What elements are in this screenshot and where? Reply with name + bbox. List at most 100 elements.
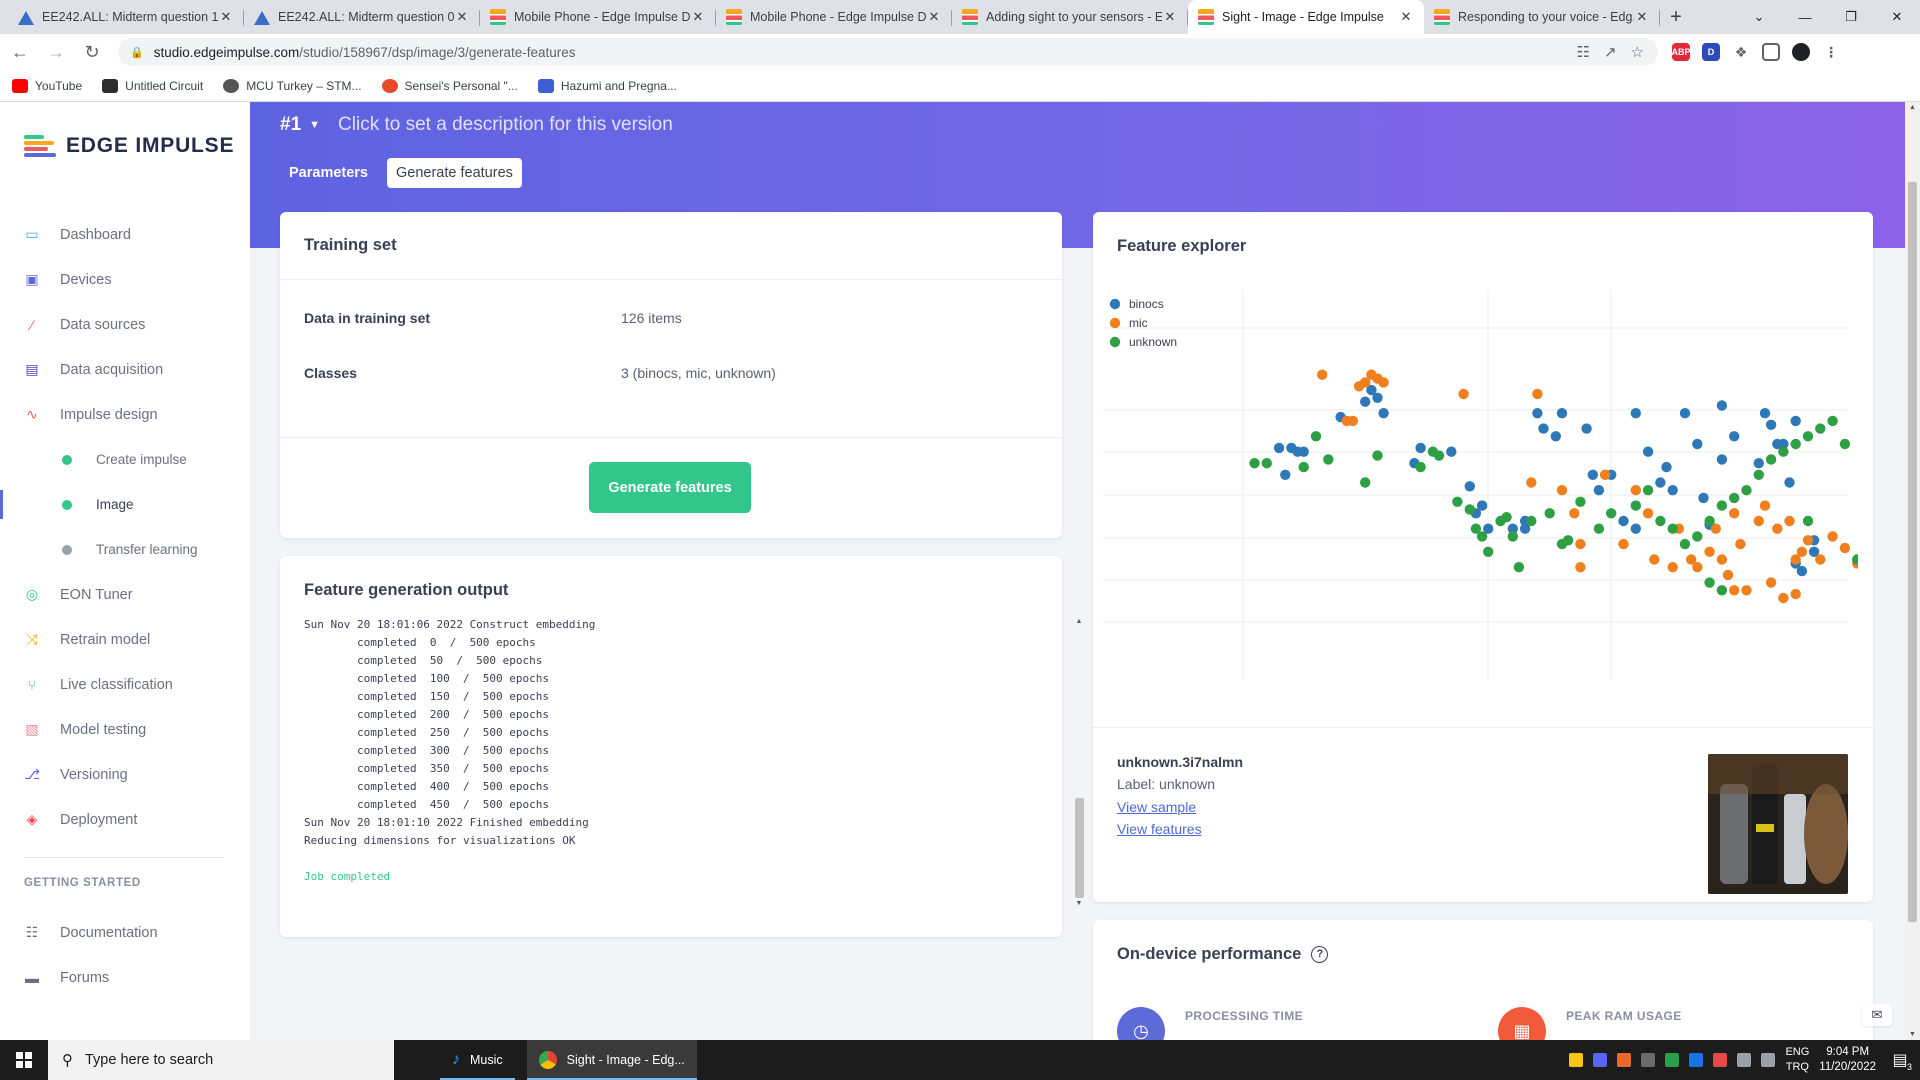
data-point-binocs[interactable] xyxy=(1298,446,1309,457)
view-sample-link[interactable]: View sample xyxy=(1117,799,1243,815)
tray-icon[interactable] xyxy=(1665,1053,1680,1067)
browser-tab[interactable]: Mobile Phone - Edge Impulse D... ✕ xyxy=(716,0,952,34)
data-point-binocs[interactable] xyxy=(1796,565,1808,577)
data-point-binocs[interactable] xyxy=(1464,481,1475,492)
data-point-mic[interactable] xyxy=(1741,585,1752,596)
data-point-unknown[interactable] xyxy=(1655,515,1666,527)
forward-icon[interactable]: → xyxy=(40,36,72,68)
legend-marker[interactable] xyxy=(1109,317,1121,329)
data-point-mic[interactable] xyxy=(1575,562,1586,573)
language-indicator[interactable]: ENG TRQ xyxy=(1785,1045,1809,1075)
browser-tab[interactable]: Responding to your voice - Edg... ✕ xyxy=(1424,0,1660,34)
data-point-mic[interactable] xyxy=(1630,485,1641,496)
taskbar-search[interactable]: ⚲ Type here to search xyxy=(48,1040,394,1080)
data-point-unknown[interactable] xyxy=(1692,531,1703,542)
browser-tab[interactable]: EE242.ALL: Midterm question 0... ✕ xyxy=(244,0,480,34)
legend-marker[interactable] xyxy=(1109,298,1121,310)
data-point-binocs[interactable] xyxy=(1790,415,1801,427)
profile-avatar[interactable] xyxy=(1792,43,1810,61)
data-point-binocs[interactable] xyxy=(1667,485,1678,496)
data-point-binocs[interactable] xyxy=(1692,438,1703,450)
data-point-unknown[interactable] xyxy=(1593,523,1605,534)
data-point-unknown[interactable] xyxy=(1372,450,1383,461)
data-point-binocs[interactable] xyxy=(1280,469,1291,480)
scroll-down-icon[interactable]: ▼ xyxy=(1073,900,1085,912)
data-point-unknown[interactable] xyxy=(1562,535,1574,546)
close-tab-icon[interactable]: ✕ xyxy=(1398,9,1414,25)
wifi-icon[interactable] xyxy=(1737,1053,1752,1067)
data-point-mic[interactable] xyxy=(1839,542,1851,554)
sidepanel-icon[interactable] xyxy=(1762,43,1780,61)
data-point-unknown[interactable] xyxy=(1452,496,1463,507)
sidebar-subitem-transfer-learning[interactable]: Transfer learning xyxy=(0,527,250,572)
data-point-binocs[interactable] xyxy=(1753,458,1764,469)
data-point-binocs[interactable] xyxy=(1273,442,1285,454)
data-point-binocs[interactable] xyxy=(1378,408,1389,419)
data-point-binocs[interactable] xyxy=(1698,492,1709,504)
data-point-unknown[interactable] xyxy=(1415,461,1426,473)
browser-tab[interactable]: Adding sight to your sensors - E... ✕ xyxy=(952,0,1188,34)
data-point-mic[interactable] xyxy=(1827,531,1838,542)
data-point-binocs[interactable] xyxy=(1729,431,1740,442)
data-point-binocs[interactable] xyxy=(1556,408,1568,419)
bookmark-untitled-circuit[interactable]: Untitled Circuit xyxy=(102,78,203,93)
bookmark-star-icon[interactable]: ☆ xyxy=(1631,43,1644,61)
bookmark-sensei[interactable]: Sensei's Personal "... xyxy=(381,78,518,93)
data-point-unknown[interactable] xyxy=(1667,523,1678,534)
data-point-mic[interactable] xyxy=(1765,577,1777,588)
close-tab-icon[interactable]: ✕ xyxy=(1162,9,1178,25)
data-point-unknown[interactable] xyxy=(1802,515,1814,527)
data-point-binocs[interactable] xyxy=(1716,400,1728,411)
data-point-mic[interactable] xyxy=(1532,388,1543,400)
back-icon[interactable]: ← xyxy=(4,36,36,68)
version-number[interactable]: #1 xyxy=(280,114,301,136)
data-point-unknown[interactable] xyxy=(1507,531,1518,542)
close-tab-icon[interactable]: ✕ xyxy=(1634,9,1650,25)
scroll-down-icon[interactable]: ▼ xyxy=(1905,1031,1920,1038)
close-tab-icon[interactable]: ✕ xyxy=(926,9,942,25)
tab-generate-features[interactable]: Generate features xyxy=(387,158,522,188)
address-bar[interactable]: 🔒 studio.edgeimpulse.com/studio/158967/d… xyxy=(118,38,1658,66)
data-point-unknown[interactable] xyxy=(1778,446,1789,457)
data-point-unknown[interactable] xyxy=(1501,512,1512,523)
sidebar-item-forums[interactable]: ▬ Forums xyxy=(0,955,250,1000)
data-point-binocs[interactable] xyxy=(1415,442,1426,454)
close-window-button[interactable]: ✕ xyxy=(1874,0,1920,34)
data-point-unknown[interactable] xyxy=(1298,461,1309,473)
legend-marker[interactable] xyxy=(1109,336,1121,348)
bookmark-hazumi[interactable]: Hazumi and Pregna... xyxy=(537,78,677,93)
reload-icon[interactable]: ↻ xyxy=(76,36,108,68)
windows-start-icon[interactable] xyxy=(0,1040,48,1080)
puzzle-icon[interactable]: ❖ xyxy=(1732,43,1750,61)
close-tab-icon[interactable]: ✕ xyxy=(218,9,234,25)
tab-search-icon[interactable]: ⌄ xyxy=(1736,0,1782,34)
data-point-unknown[interactable] xyxy=(1790,438,1801,450)
data-point-binocs[interactable] xyxy=(1784,477,1795,488)
tray-icon[interactable] xyxy=(1713,1053,1728,1067)
data-point-mic[interactable] xyxy=(1569,508,1580,519)
data-point-unknown[interactable] xyxy=(1323,454,1334,465)
taskbar-app-music[interactable]: ♪ Music xyxy=(440,1040,515,1080)
data-point-unknown[interactable] xyxy=(1249,458,1260,469)
data-point-mic[interactable] xyxy=(1722,569,1734,581)
browser-tab[interactable]: Mobile Phone - Edge Impulse D... ✕ xyxy=(480,0,716,34)
data-point-unknown[interactable] xyxy=(1765,454,1777,465)
data-point-mic[interactable] xyxy=(1347,415,1359,427)
data-point-binocs[interactable] xyxy=(1759,408,1771,419)
data-point-mic[interactable] xyxy=(1556,485,1568,496)
legend-label[interactable]: mic xyxy=(1129,316,1148,330)
feature-scatter-plot[interactable]: binocs mic unknown xyxy=(1103,280,1858,700)
data-point-mic[interactable] xyxy=(1575,538,1586,550)
sidebar-item-live-classification[interactable]: ⑂ Live classification xyxy=(0,662,250,707)
data-point-unknown[interactable] xyxy=(1310,431,1322,442)
data-point-unknown[interactable] xyxy=(1716,585,1728,596)
sidebar-item-deployment[interactable]: ◈ Deployment xyxy=(0,797,250,842)
data-point-binocs[interactable] xyxy=(1593,485,1605,496)
data-point-unknown[interactable] xyxy=(1464,504,1475,515)
caret-down-icon[interactable]: ▼ xyxy=(309,119,320,131)
data-point-unknown[interactable] xyxy=(1729,492,1740,504)
data-point-mic[interactable] xyxy=(1704,546,1715,557)
legend-label[interactable]: unknown xyxy=(1129,335,1177,349)
tray-icon[interactable] xyxy=(1569,1053,1584,1067)
extension-d-icon[interactable]: D xyxy=(1702,43,1720,61)
